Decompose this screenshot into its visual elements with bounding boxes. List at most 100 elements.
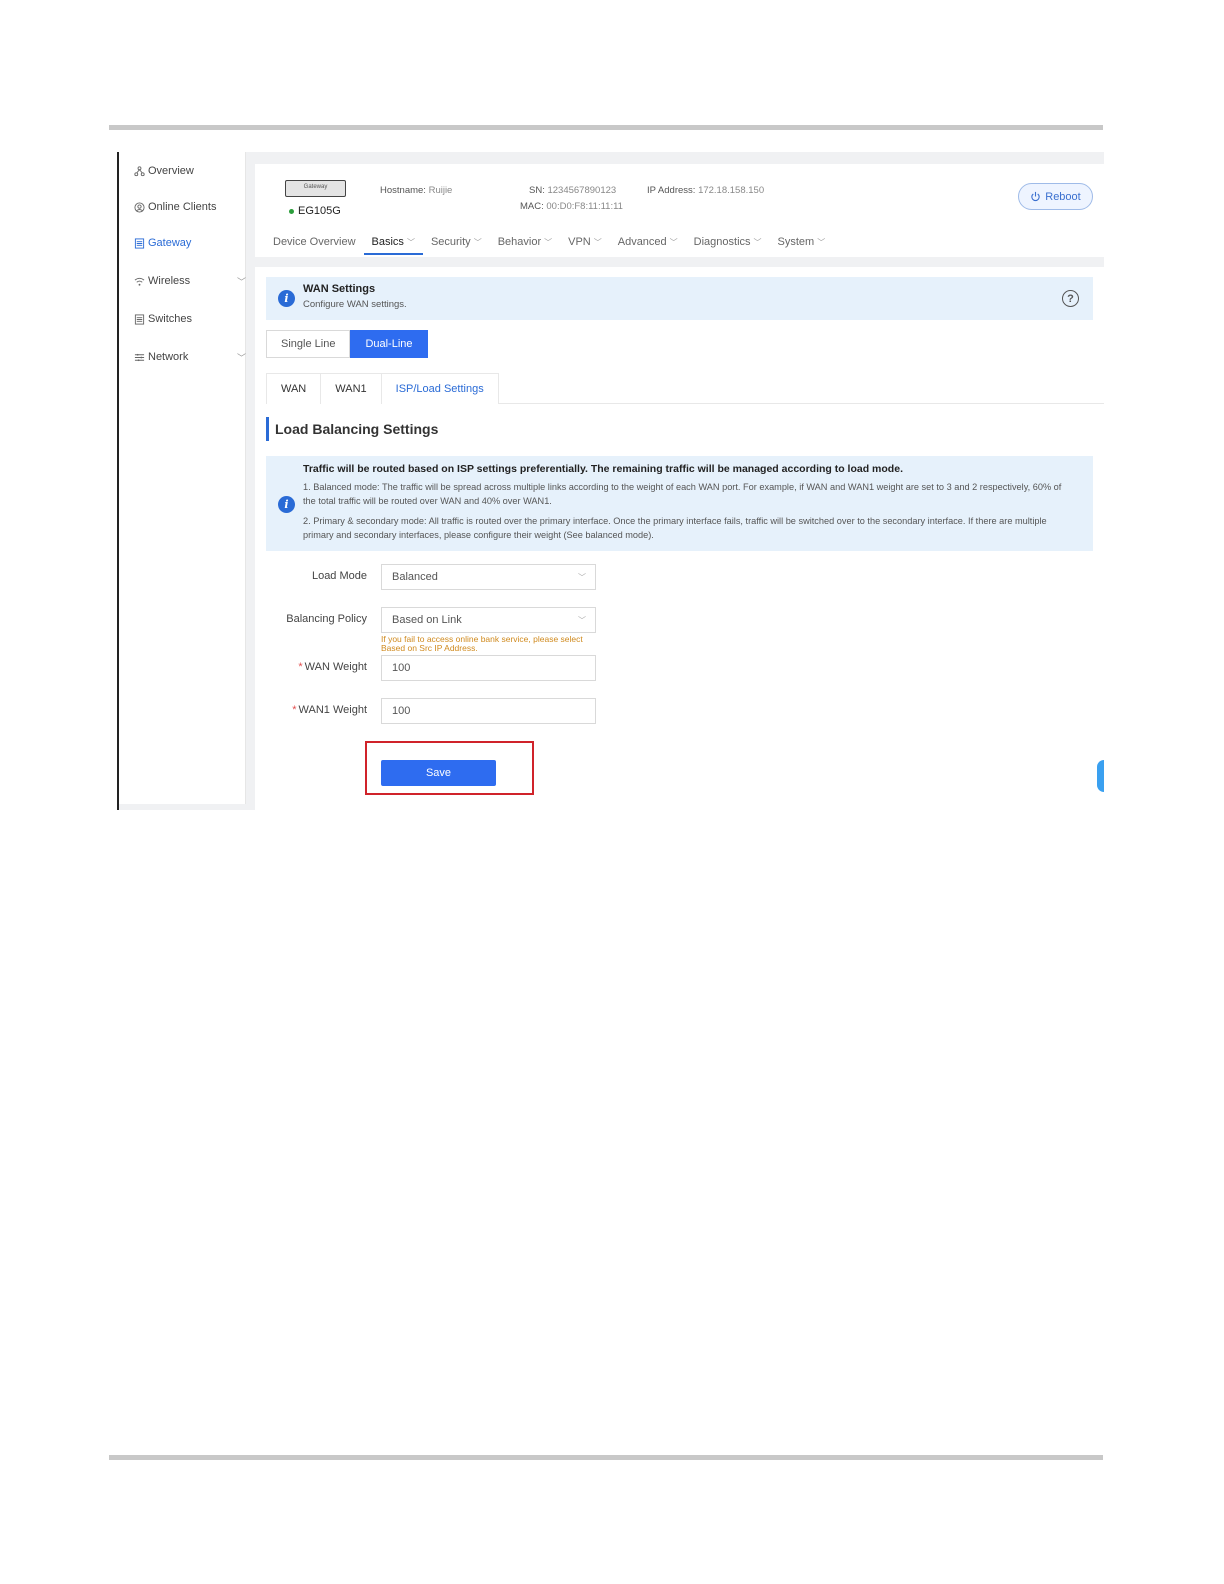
power-icon xyxy=(1031,191,1040,202)
tab-label: Security xyxy=(430,236,471,248)
mac-value: 00:D0:F8:11:11:11 xyxy=(546,201,623,212)
app-screenshot: Overview Online Clients Gateway Wireless… xyxy=(117,152,1104,810)
tab-label: Behavior xyxy=(497,236,542,248)
sn-info: SN: 1234567890123 xyxy=(529,185,616,196)
ip-info: IP Address: 172.18.158.150 xyxy=(647,185,764,196)
sidebar-item-label: Overview xyxy=(148,165,194,177)
sn-label: SN: xyxy=(529,185,545,196)
device-image-label: Gateway xyxy=(303,184,328,190)
sidebar-item-label: Gateway xyxy=(148,237,192,249)
wan1-weight-input[interactable]: 100 xyxy=(381,698,596,724)
chevron-down-icon: ﹀ xyxy=(236,353,246,363)
required-mark: * xyxy=(298,661,303,673)
banner-heading: Traffic will be routed based on ISP sett… xyxy=(303,463,903,475)
reboot-label: Reboot xyxy=(1045,190,1081,203)
dual-line-button[interactable]: Dual-Line xyxy=(350,330,428,358)
balancing-policy-select[interactable]: Based on Link ﹀ xyxy=(381,607,596,633)
tab-label: Device Overview xyxy=(273,236,356,248)
online-status-dot xyxy=(289,208,294,214)
balancing-policy-label: Balancing Policy xyxy=(286,613,367,625)
tab-device-overview[interactable]: Device Overview xyxy=(273,236,364,255)
overview-icon xyxy=(134,165,145,176)
tab-vpn[interactable]: VPN ﹀ xyxy=(568,236,610,255)
device-model: EG105G xyxy=(289,205,341,217)
wan1-weight-label: * WAN1 Weight xyxy=(255,704,367,716)
sidebar-item-label: Network xyxy=(148,351,189,363)
ip-label: IP Address: xyxy=(647,185,696,196)
help-icon[interactable]: ? xyxy=(1062,290,1079,307)
reboot-button[interactable]: Reboot xyxy=(1018,183,1093,210)
chevron-down-icon: ﹀ xyxy=(473,238,482,247)
chevron-down-icon: ﹀ xyxy=(593,238,602,247)
save-button[interactable]: Save xyxy=(381,760,496,786)
info-icon: i xyxy=(278,290,295,307)
tab-label: Basics xyxy=(371,236,404,248)
section-title: Load Balancing Settings xyxy=(266,417,438,441)
chevron-down-icon: ﹀ xyxy=(578,616,586,625)
banner-title: WAN Settings xyxy=(303,283,376,295)
tab-basics[interactable]: Basics ﹀ xyxy=(363,236,424,255)
load-mode-value: Balanced xyxy=(392,571,438,583)
page-bottom-rule xyxy=(109,1455,1103,1460)
sidebar-item-network[interactable]: Network ﹀ xyxy=(134,351,246,363)
wan-settings-banner: i WAN Settings Configure WAN settings. ? xyxy=(266,277,1093,320)
ip-value: 172.18.158.150 xyxy=(698,185,765,196)
balanced-mode-note: 1. Balanced mode: The traffic will be sp… xyxy=(303,482,1062,506)
tab-label: VPN xyxy=(568,236,591,248)
hostname-info: Hostname: Ruijie xyxy=(380,185,452,196)
tab-wan1[interactable]: WAN1 xyxy=(320,373,382,404)
hostname-value: Ruijie xyxy=(428,185,453,196)
sidebar-item-gateway[interactable]: Gateway xyxy=(134,237,234,249)
single-line-button[interactable]: Single Line xyxy=(266,330,351,358)
wan-weight-input[interactable]: 100 xyxy=(381,655,596,681)
wan-weight-label: * WAN Weight xyxy=(255,661,367,673)
wifi-icon xyxy=(134,277,145,286)
device-header: Gateway EG105G Hostname: Ruijie SN: 1234… xyxy=(255,164,1104,257)
load-mode-select[interactable]: Balanced ﹀ xyxy=(381,564,596,590)
sn-value: 1234567890123 xyxy=(547,185,617,196)
hostname-label: Hostname: xyxy=(380,185,426,196)
page-top-rule xyxy=(109,125,1103,130)
wan1-weight-label-text: WAN1 Weight xyxy=(298,704,367,716)
balancing-policy-value: Based on Link xyxy=(392,614,462,626)
interface-tabs: WAN WAN1 ISP/Load Settings xyxy=(266,373,1104,404)
tab-label: System xyxy=(777,236,815,248)
mac-info: MAC: 00:D0:F8:11:11:11 xyxy=(520,201,623,212)
tab-system[interactable]: System ﹀ xyxy=(778,236,834,255)
clients-icon xyxy=(134,201,145,213)
wan-weight-label-text: WAN Weight xyxy=(304,661,367,673)
line-mode-toggle: Single Line Dual-Line xyxy=(266,330,428,358)
load-mode-label: Load Mode xyxy=(311,570,367,582)
tab-behavior[interactable]: Behavior ﹀ xyxy=(498,236,560,255)
tab-wan[interactable]: WAN xyxy=(266,373,322,404)
sidebar-item-wireless[interactable]: Wireless ﹀ xyxy=(134,275,246,287)
chevron-down-icon: ﹀ xyxy=(544,238,553,247)
tab-isp-load-settings[interactable]: ISP/Load Settings xyxy=(380,373,499,404)
tab-advanced[interactable]: Advanced ﹀ xyxy=(618,236,686,255)
balancing-policy-hint: If you fail to access online bank servic… xyxy=(381,634,583,653)
network-icon xyxy=(134,353,145,361)
main-tabs: Device Overview Basics ﹀ Security ﹀ Behavi… xyxy=(273,236,841,255)
main-content: i WAN Settings Configure WAN settings. ?… xyxy=(255,267,1104,810)
sidebar-item-switches[interactable]: Switches xyxy=(134,313,234,325)
tab-security[interactable]: Security ﹀ xyxy=(431,236,490,255)
floating-assistant-handle[interactable] xyxy=(1097,760,1104,792)
wan1-weight-value: 100 xyxy=(392,705,411,717)
chevron-down-icon: ﹀ xyxy=(578,573,586,582)
required-mark: * xyxy=(292,704,297,716)
wan-weight-value: 100 xyxy=(392,662,411,674)
sidebar-item-label: Switches xyxy=(148,313,193,325)
banner-subtitle: Configure WAN settings. xyxy=(303,299,407,310)
sidebar-item-overview[interactable]: Overview xyxy=(134,165,234,177)
gateway-icon xyxy=(134,237,145,249)
tab-diagnostics[interactable]: Diagnostics ﹀ xyxy=(694,236,770,255)
switch-icon xyxy=(134,313,145,325)
chevron-down-icon: ﹀ xyxy=(236,277,246,287)
tab-label: Diagnostics xyxy=(693,236,751,248)
chevron-down-icon: ﹀ xyxy=(406,238,415,247)
tab-label: Advanced xyxy=(617,236,667,248)
device-model-name: EG105G xyxy=(298,205,341,217)
sidebar: Overview Online Clients Gateway Wireless… xyxy=(119,152,246,804)
chevron-down-icon: ﹀ xyxy=(753,238,762,247)
sidebar-item-online-clients[interactable]: Online Clients xyxy=(134,201,234,213)
